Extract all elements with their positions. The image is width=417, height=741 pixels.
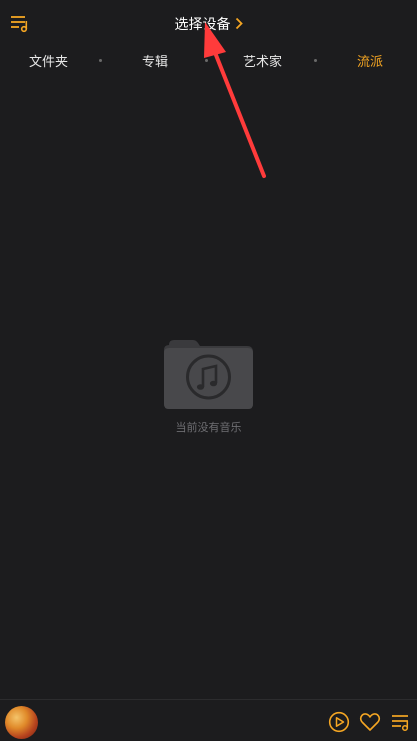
album-art[interactable] bbox=[5, 706, 38, 739]
tab-separator bbox=[205, 59, 208, 62]
empty-state-text: 当前没有音乐 bbox=[175, 421, 242, 434]
play-icon[interactable] bbox=[328, 711, 350, 733]
chevron-right-icon bbox=[235, 17, 243, 34]
tab-folders[interactable]: 文件夹 bbox=[29, 51, 68, 70]
top-header: 选择设备 bbox=[0, 0, 417, 44]
tab-separator bbox=[99, 59, 102, 62]
tab-albums[interactable]: 专辑 bbox=[142, 51, 168, 70]
music-folder-icon bbox=[163, 339, 254, 410]
queue-list-icon[interactable] bbox=[390, 711, 412, 733]
page-title: 选择设备 bbox=[174, 17, 231, 33]
tab-genres[interactable]: 流派 bbox=[357, 51, 383, 70]
category-tabs: 文件夹 专辑 艺术家 流派 bbox=[0, 48, 417, 72]
tab-artists[interactable]: 艺术家 bbox=[243, 51, 282, 70]
tab-separator bbox=[314, 59, 317, 62]
mini-player-bar bbox=[0, 699, 417, 741]
select-device-button[interactable]: 选择设备 bbox=[0, 14, 417, 34]
heart-icon[interactable] bbox=[359, 711, 381, 733]
